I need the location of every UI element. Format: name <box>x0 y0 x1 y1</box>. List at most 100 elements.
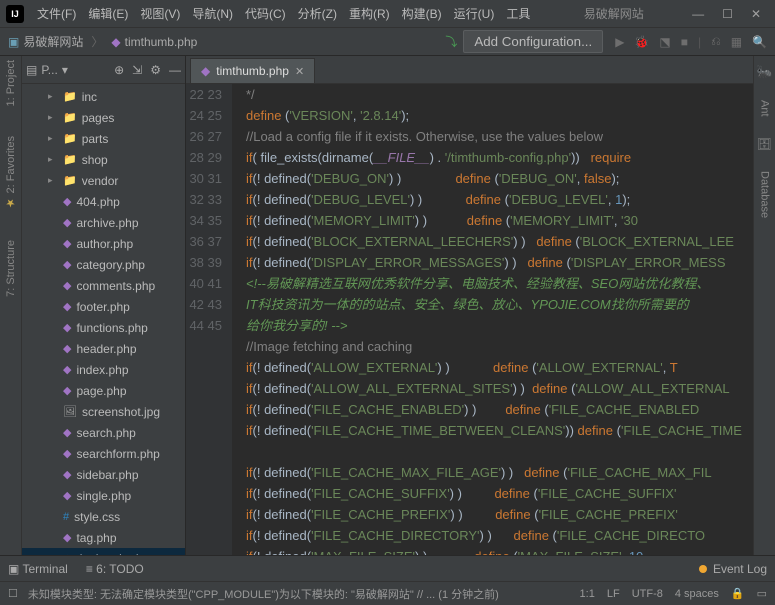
tree-file[interactable]: ◆ sidebar.php <box>22 464 185 485</box>
stop-icon[interactable]: ■ <box>681 35 688 49</box>
add-configuration-button[interactable]: Add Configuration... <box>463 30 603 53</box>
terminal-tab[interactable]: ▣ Terminal <box>8 562 68 576</box>
tree-label: sidebar.php <box>76 468 138 482</box>
tree-file[interactable]: ◆archive.php <box>22 212 185 233</box>
indent[interactable]: 4 spaces <box>675 588 719 600</box>
debug-icon[interactable]: 🐞 <box>634 35 649 49</box>
tree-label: style.css <box>74 510 120 524</box>
php-file-icon: ◆ <box>111 35 120 49</box>
status-message: 未知模块类型: 无法确定模块类型("CPP_MODULE")为以下模块的: "易… <box>28 586 499 602</box>
tree-file[interactable]: ◆comments.php <box>22 275 185 296</box>
app-logo-icon: IJ <box>6 5 24 23</box>
tree-file[interactable]: 🖼screenshot.jpg <box>22 401 185 422</box>
tab-close-icon[interactable]: ✕ <box>295 65 304 78</box>
todo-tab[interactable]: ≡ 6: TODO <box>86 562 144 576</box>
tree-folder[interactable]: ▸📁shop <box>22 149 185 170</box>
php-file-icon: ◆ <box>63 531 71 544</box>
search-icon[interactable]: 🔍 <box>752 35 767 49</box>
coverage-icon[interactable]: ⬔ <box>659 35 670 49</box>
tree-file[interactable]: ◆searchform.php <box>22 443 185 464</box>
line-gutter[interactable]: 22 23 24 25 26 27 28 29 30 31 32 33 34 3… <box>186 84 232 555</box>
tree-file[interactable]: ◆timthumb.php <box>22 548 185 555</box>
breadcrumb-project[interactable]: 易破解网站 <box>23 33 83 50</box>
line-ending[interactable]: LF <box>607 588 620 600</box>
menu-item[interactable]: 导航(N) <box>187 2 238 25</box>
php-file-icon: ◆ <box>63 279 71 292</box>
code-editor[interactable]: */ define ('VERSION', '2.8.14'); //Load … <box>232 84 753 555</box>
database-tool-tab[interactable]: Database <box>759 171 771 218</box>
profiler-icon[interactable]: ▦ <box>731 35 742 49</box>
php-file-icon: ◆ <box>63 195 71 208</box>
menu-item[interactable]: 编辑(E) <box>83 2 133 25</box>
tree-folder[interactable]: ▸📁parts <box>22 128 185 149</box>
php-file-icon: ◆ <box>63 468 71 481</box>
tree-label: index.php <box>76 363 128 377</box>
project-tool-tab[interactable]: 1: Project <box>5 60 17 106</box>
tree-label: search.php <box>76 426 135 440</box>
menu-item[interactable]: 分析(Z) <box>293 2 342 25</box>
tree-file[interactable]: ◆category.php <box>22 254 185 275</box>
status-msg-icon[interactable]: ☐ <box>8 587 18 600</box>
maximize-icon[interactable]: ☐ <box>722 7 733 21</box>
tree-label: author.php <box>76 237 133 251</box>
locate-icon[interactable]: ⊕ <box>114 63 124 77</box>
cursor-position[interactable]: 1:1 <box>580 588 595 600</box>
run-icon[interactable]: ▶ <box>615 35 624 49</box>
tree-file[interactable]: ◆index.php <box>22 359 185 380</box>
tree-file[interactable]: ◆header.php <box>22 338 185 359</box>
tree-file[interactable]: ◆single.php <box>22 485 185 506</box>
favorites-tool-tab[interactable]: ★ 2: Favorites <box>4 136 17 210</box>
menu-item[interactable]: 构建(B) <box>397 2 447 25</box>
expand-icon[interactable]: ⇲ <box>132 63 142 77</box>
tree-file[interactable]: ◆page.php <box>22 380 185 401</box>
php-file-icon: ◆ <box>201 64 210 78</box>
tree-folder[interactable]: ▸📁vendor <box>22 170 185 191</box>
folder-icon: 📁 <box>63 174 77 187</box>
menu-item[interactable]: 工具 <box>501 2 535 25</box>
menu-item[interactable]: 文件(F) <box>32 2 81 25</box>
ant-icon[interactable]: 🐜 <box>756 64 772 80</box>
tree-label: screenshot.jpg <box>82 405 160 419</box>
editor-tab[interactable]: ◆ timthumb.php ✕ <box>190 58 315 83</box>
menubar: 文件(F)编辑(E)视图(V)导航(N)代码(C)分析(Z)重构(R)构建(B)… <box>32 2 535 25</box>
close-icon[interactable]: ✕ <box>751 7 761 21</box>
tree-folder[interactable]: ▸📁inc <box>22 86 185 107</box>
breadcrumb-file[interactable]: timthumb.php <box>125 35 198 49</box>
tree-file[interactable]: ◆footer.php <box>22 296 185 317</box>
encoding[interactable]: UTF-8 <box>632 588 663 600</box>
tree-label: functions.php <box>76 321 147 335</box>
menu-item[interactable]: 视图(V) <box>135 2 185 25</box>
tree-label: header.php <box>76 342 136 356</box>
lock-icon[interactable]: 🔒 <box>731 587 745 600</box>
project-tree[interactable]: ▸📁inc▸📁pages▸📁parts▸📁shop▸📁vendor◆404.ph… <box>22 84 185 555</box>
project-view-label[interactable]: P... <box>41 63 57 77</box>
ant-tool-tab[interactable]: Ant <box>759 100 771 117</box>
menu-item[interactable]: 运行(U) <box>449 2 500 25</box>
folder-icon: 📁 <box>63 90 77 103</box>
event-log-tab[interactable]: Event Log <box>713 562 767 576</box>
tree-file[interactable]: ◆functions.php <box>22 317 185 338</box>
database-icon[interactable]: 🗄 <box>757 137 772 151</box>
minimize-icon[interactable]: — <box>692 7 704 21</box>
tree-file[interactable]: ◆search.php <box>22 422 185 443</box>
project-icon: ▤ <box>26 63 37 77</box>
tree-file[interactable]: ◆tag.php <box>22 527 185 548</box>
memory-icon[interactable]: ▭ <box>757 587 767 600</box>
chevron-right-icon: 〉 <box>91 33 103 50</box>
dropdown-icon[interactable]: ▾ <box>62 63 68 77</box>
hide-icon[interactable]: — <box>169 63 181 77</box>
menu-item[interactable]: 重构(R) <box>344 2 395 25</box>
tree-file[interactable]: #style.css <box>22 506 185 527</box>
tree-file[interactable]: ◆author.php <box>22 233 185 254</box>
menu-item[interactable]: 代码(C) <box>240 2 291 25</box>
tree-file[interactable]: ◆404.php <box>22 191 185 212</box>
build-icon[interactable]: ⤵ <box>445 33 457 50</box>
structure-tool-tab[interactable]: 7: Structure <box>5 240 17 297</box>
window-title: 易破解网站 <box>535 5 692 22</box>
tree-label: shop <box>82 153 108 167</box>
tree-folder[interactable]: ▸📁pages <box>22 107 185 128</box>
vcs-icon[interactable]: ⎌ <box>711 34 721 49</box>
gear-icon[interactable]: ⚙ <box>150 63 161 77</box>
project-sidebar: ▤ P... ▾ ⊕ ⇲ ⚙ — ▸📁inc▸📁pages▸📁parts▸📁shop… <box>22 56 186 555</box>
event-dot-icon <box>699 565 707 573</box>
